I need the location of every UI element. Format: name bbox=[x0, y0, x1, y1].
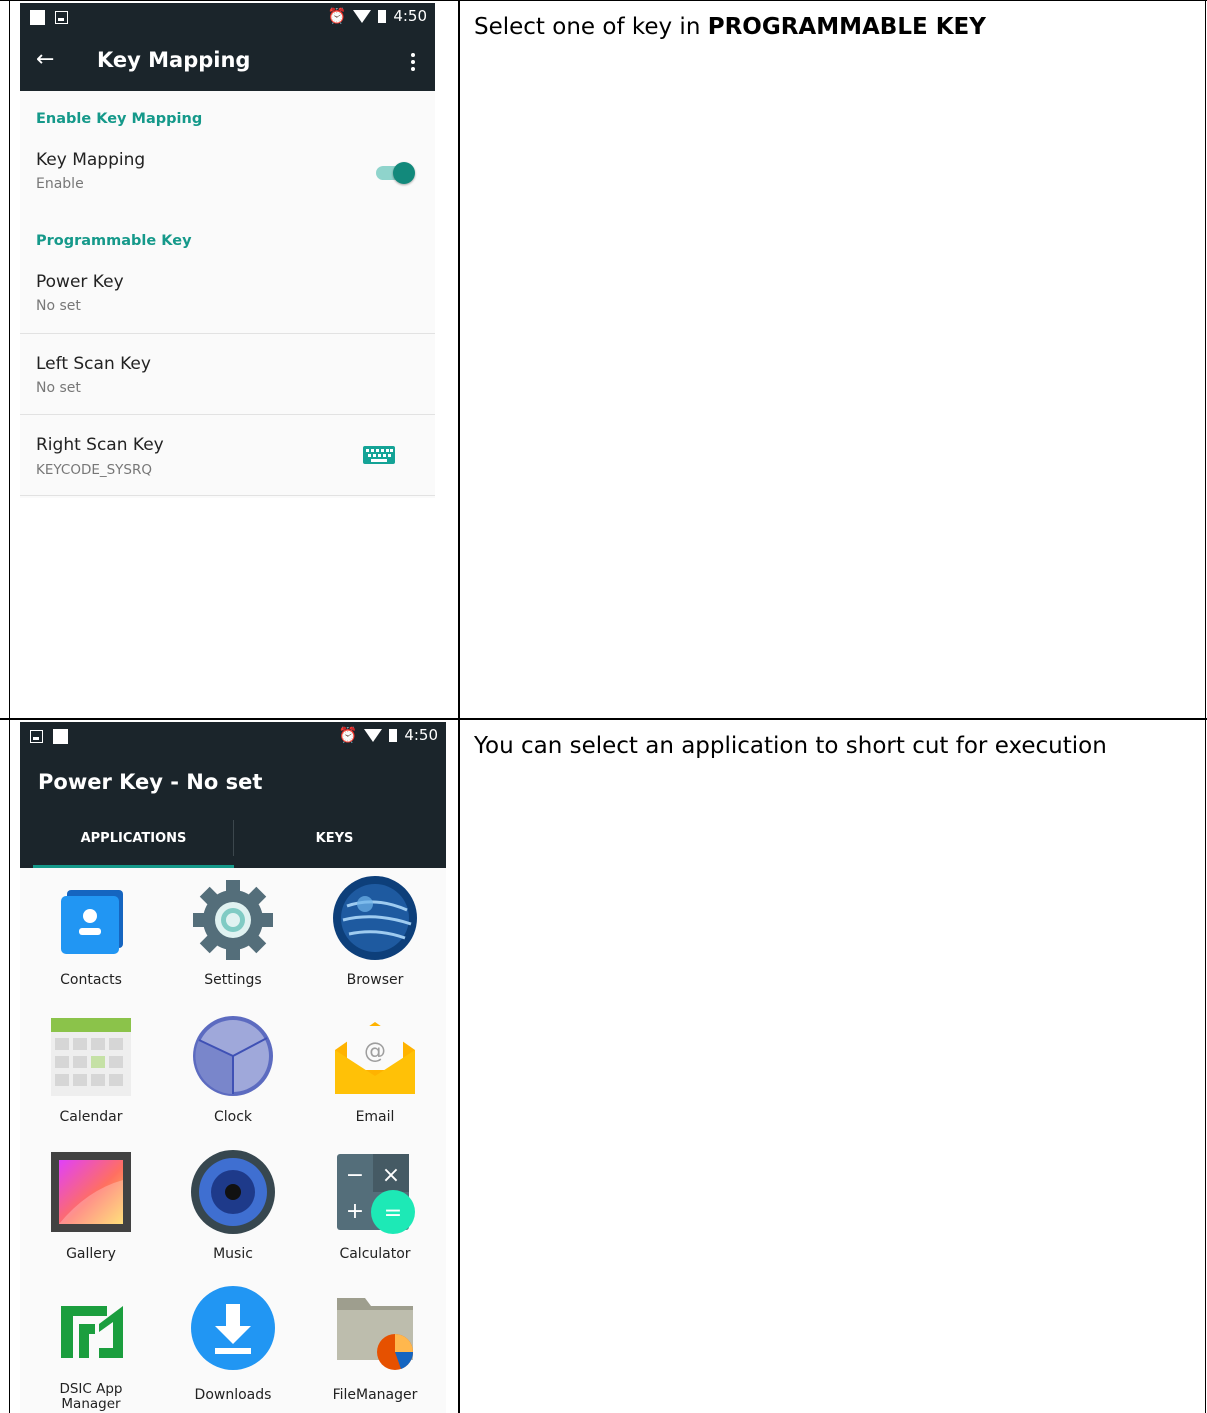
app-calendar[interactable]: Calendar bbox=[20, 1014, 162, 1132]
contacts-icon bbox=[61, 890, 123, 954]
section-programmable-key: Programmable Key bbox=[36, 233, 192, 249]
browser-icon bbox=[333, 876, 417, 960]
row1-instruction-bold: PROGRAMMABLE KEY bbox=[707, 14, 986, 40]
app-label: Browser bbox=[346, 972, 404, 988]
notification-icon bbox=[53, 729, 68, 744]
key-mapping-screenshot: ⏰ 4:50 ← Key Mapping Enable Key Mapping … bbox=[20, 3, 435, 498]
svg-text:−: − bbox=[346, 1163, 364, 1188]
list-divider bbox=[20, 333, 435, 334]
image-notification-icon bbox=[30, 730, 43, 743]
right-scan-key-summary: KEYCODE_SYSRQ bbox=[36, 462, 153, 478]
list-divider bbox=[20, 414, 435, 415]
app-settings[interactable]: Settings bbox=[162, 876, 304, 994]
table-column-divider bbox=[458, 0, 460, 1413]
app-grid: Contacts Settings Browser Calendar Clock… bbox=[20, 868, 446, 1413]
app-contacts[interactable]: Contacts bbox=[20, 876, 162, 994]
power-key-summary: No set bbox=[36, 298, 81, 314]
calendar-icon bbox=[51, 1018, 131, 1096]
app-label: Music bbox=[213, 1246, 253, 1262]
key-mapping-pref-title: Key Mapping bbox=[36, 150, 146, 170]
app-label: Clock bbox=[213, 1109, 253, 1125]
app-toolbar: Power Key - No set bbox=[20, 752, 446, 808]
toolbar-title: Key Mapping bbox=[97, 48, 251, 72]
dialog-title: Power Key - No set bbox=[38, 770, 263, 794]
svg-text:×: × bbox=[382, 1163, 400, 1188]
svg-text:+: + bbox=[346, 1199, 364, 1224]
right-scan-key-title: Right Scan Key bbox=[36, 435, 164, 455]
settings-icon bbox=[193, 880, 273, 960]
wifi-icon bbox=[353, 9, 372, 23]
svg-text:=: = bbox=[384, 1201, 402, 1226]
alarm-icon: ⏰ bbox=[327, 7, 347, 25]
keyboard-icon bbox=[363, 446, 395, 464]
app-file-manager[interactable]: FileManager bbox=[304, 1286, 446, 1413]
music-icon bbox=[191, 1150, 275, 1234]
status-time: 4:50 bbox=[393, 7, 427, 25]
tab-applications[interactable]: APPLICATIONS bbox=[33, 808, 234, 868]
key-mapping-pref-summary: Enable bbox=[36, 176, 84, 192]
list-divider bbox=[20, 495, 435, 496]
notification-icon bbox=[30, 10, 45, 25]
app-browser[interactable]: Browser bbox=[304, 876, 446, 994]
status-bar: ⏰ 4:50 bbox=[20, 722, 446, 752]
dsic-app-manager-icon bbox=[61, 1306, 123, 1358]
app-label: Gallery bbox=[66, 1246, 116, 1262]
status-time: 4:50 bbox=[404, 726, 438, 744]
downloads-icon bbox=[191, 1286, 275, 1370]
left-scan-key-title: Left Scan Key bbox=[36, 354, 151, 374]
battery-icon bbox=[378, 9, 387, 23]
svg-text:@: @ bbox=[364, 1039, 386, 1064]
gallery-icon bbox=[51, 1152, 131, 1232]
tab-keys[interactable]: KEYS bbox=[234, 808, 435, 868]
wifi-icon bbox=[364, 728, 383, 742]
table-row-divider bbox=[0, 718, 1207, 720]
app-label: FileManager bbox=[332, 1387, 418, 1403]
row2-instruction: You can select an application to short c… bbox=[474, 733, 1107, 759]
app-label: Calculator bbox=[339, 1246, 411, 1262]
alarm-icon: ⏰ bbox=[338, 726, 358, 744]
app-downloads[interactable]: Downloads bbox=[162, 1286, 304, 1413]
key-mapping-pref[interactable]: Key Mapping Enable bbox=[20, 143, 435, 205]
calculator-icon: − × + = bbox=[337, 1154, 415, 1234]
app-clock[interactable]: Clock bbox=[162, 1014, 304, 1132]
app-label: Contacts bbox=[60, 972, 122, 988]
table-border-left bbox=[9, 0, 10, 1413]
table-border-right bbox=[1205, 0, 1206, 1413]
app-label: Email bbox=[355, 1109, 395, 1125]
clock-icon bbox=[193, 1016, 273, 1096]
app-toolbar: ← Key Mapping bbox=[20, 33, 435, 91]
section-enable-key-mapping: Enable Key Mapping bbox=[36, 111, 203, 127]
overflow-menu-icon[interactable] bbox=[411, 53, 415, 74]
app-label: Settings bbox=[204, 972, 262, 988]
app-music[interactable]: Music bbox=[162, 1150, 304, 1268]
status-bar: ⏰ 4:50 bbox=[20, 3, 435, 33]
email-icon: @ bbox=[335, 1022, 415, 1094]
row1-instruction-text: Select one of key in bbox=[474, 14, 708, 40]
left-scan-key-summary: No set bbox=[36, 380, 81, 396]
table-border-top bbox=[0, 0, 1207, 1]
key-mapping-toggle[interactable] bbox=[376, 162, 415, 184]
app-email[interactable]: @ Email bbox=[304, 1014, 446, 1132]
power-key-pref[interactable]: Power Key No set bbox=[20, 265, 435, 333]
app-calculator[interactable]: − × + = Calculator bbox=[304, 1150, 446, 1268]
app-label: Downloads bbox=[194, 1387, 272, 1403]
tab-bar: APPLICATIONS KEYS bbox=[20, 808, 446, 868]
app-dsic-app-manager[interactable]: DSIC App Manager bbox=[20, 1286, 162, 1413]
app-gallery[interactable]: Gallery bbox=[20, 1150, 162, 1268]
row1-instruction: Select one of key in PROGRAMMABLE KEY bbox=[474, 14, 986, 40]
power-key-title: Power Key bbox=[36, 272, 124, 292]
left-scan-key-pref[interactable]: Left Scan Key No set bbox=[20, 347, 435, 415]
battery-icon bbox=[389, 728, 398, 742]
image-notification-icon bbox=[55, 11, 68, 24]
file-manager-icon bbox=[337, 1298, 414, 1370]
app-label: DSIC App Manager bbox=[59, 1381, 123, 1412]
back-arrow-icon[interactable]: ← bbox=[36, 47, 54, 72]
app-label: Calendar bbox=[59, 1109, 123, 1125]
